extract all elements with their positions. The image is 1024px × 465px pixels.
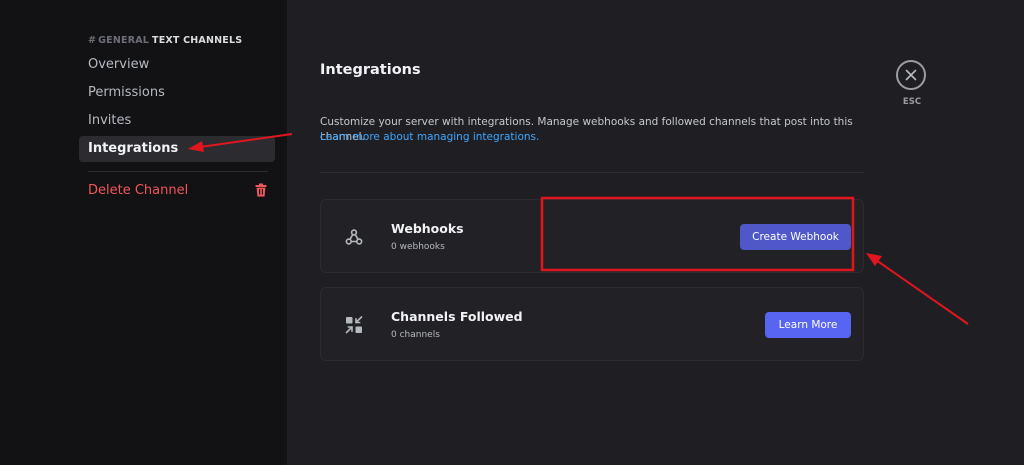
learn-more-button[interactable]: Learn More <box>765 312 851 338</box>
sidebar-divider <box>88 171 268 172</box>
delete-channel-button[interactable]: Delete Channel <box>79 178 275 204</box>
sidebar-item-integrations[interactable]: Integrations <box>79 136 275 162</box>
channels-followed-count: 0 channels <box>391 330 440 340</box>
channels-followed-card: Channels Followed 0 channels Learn More <box>320 287 864 361</box>
sidebar-item-permissions[interactable]: Permissions <box>79 80 275 106</box>
sidebar-item-invites[interactable]: Invites <box>79 108 275 134</box>
settings-sidebar: # GENERAL TEXT CHANNELS Overview Permissio… <box>0 0 287 465</box>
create-webhook-button[interactable]: Create Webhook <box>740 224 851 250</box>
channel-name: GENERAL <box>98 35 150 46</box>
page-title: Integrations <box>320 62 421 78</box>
webhooks-count: 0 webhooks <box>391 242 445 252</box>
trash-icon[interactable] <box>255 183 267 197</box>
webhook-icon <box>345 229 363 245</box>
close-icon <box>905 69 917 81</box>
hash-icon: # <box>88 35 97 46</box>
section-divider <box>320 172 864 173</box>
sidebar-header: # GENERAL TEXT CHANNELS <box>88 35 242 46</box>
webhooks-card: Webhooks 0 webhooks Create Webhook <box>320 199 864 273</box>
sidebar-item-overview[interactable]: Overview <box>79 52 275 78</box>
esc-label: ESC <box>902 97 922 107</box>
webhooks-title: Webhooks <box>391 221 464 236</box>
channels-followed-title: Channels Followed <box>391 309 523 324</box>
close-button[interactable] <box>896 60 926 90</box>
section-name: TEXT CHANNELS <box>152 35 243 46</box>
channels-followed-icon <box>345 316 363 334</box>
learn-more-integrations-link[interactable]: Learn more about managing integrations. <box>320 131 539 143</box>
